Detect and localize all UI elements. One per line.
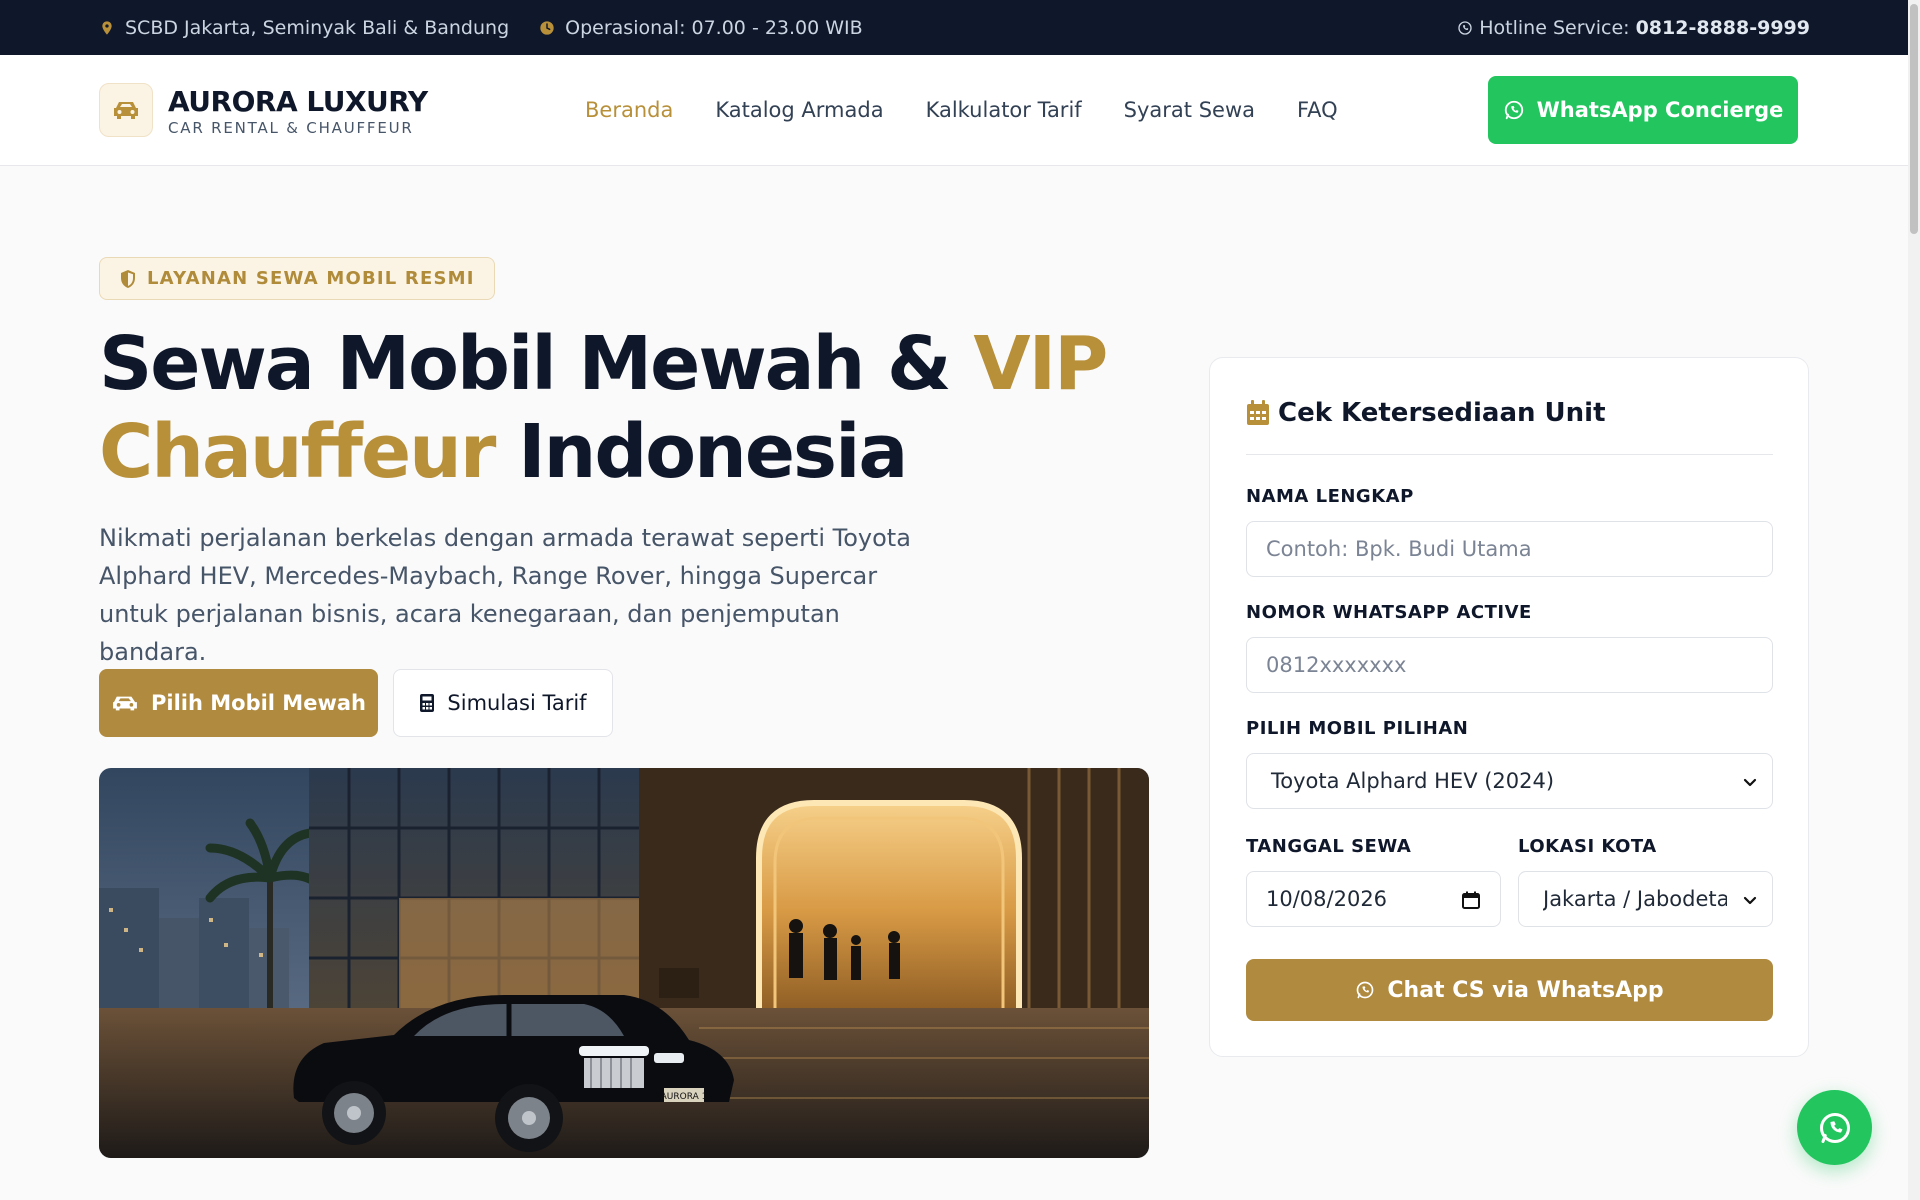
whatsapp-icon xyxy=(1504,100,1523,120)
hero-description: Nikmati perjalanan berkelas dengan armad… xyxy=(99,524,911,666)
hero-title-part1: Sewa Mobil Mewah & xyxy=(99,321,974,407)
brand-tagline: CAR RENTAL & CHAUFFEUR xyxy=(168,119,414,137)
official-service-badge: LAYANAN SEWA MOBIL RESMI xyxy=(99,257,495,300)
hero-title-part2: Indonesia xyxy=(494,409,908,495)
hero-title-gold1: VIP xyxy=(973,321,1108,407)
hero-title: Sewa Mobil Mewah & VIP Chauffeur Indones… xyxy=(99,320,1119,496)
divider xyxy=(1246,454,1773,455)
scrollbar-thumb[interactable] xyxy=(1910,4,1918,234)
city-label: LOKASI KOTA xyxy=(1518,836,1657,857)
rental-date-value: 10/08/2026 xyxy=(1266,887,1388,911)
nav-syarat-sewa[interactable]: Syarat Sewa xyxy=(1124,98,1255,122)
car-select-label: PILIH MOBIL PILIHAN xyxy=(1246,718,1469,739)
site-header: AURORA LUXURY CAR RENTAL & CHAUFFEUR Ber… xyxy=(0,55,1908,166)
whatsapp-icon xyxy=(1458,20,1472,35)
name-label: NAMA LENGKAP xyxy=(1246,486,1414,507)
hotline-info[interactable]: Hotline Service: 0812-8888-9999 xyxy=(1457,0,1810,55)
whatsapp-number-input[interactable]: 0812xxxxxxx xyxy=(1246,637,1773,693)
hours-text: Operasional: 07.00 - 23.00 WIB xyxy=(565,16,863,39)
calendar-picker-icon[interactable] xyxy=(1462,891,1480,909)
chevron-down-icon xyxy=(1743,896,1757,905)
nav-kalkulator-tarif[interactable]: Kalkulator Tarif xyxy=(926,98,1082,122)
license-plate-text: AURORA 1 xyxy=(661,1092,708,1102)
shield-icon xyxy=(121,269,135,288)
city-select-value: Jakarta / Jabodetabek xyxy=(1543,887,1727,911)
form-title-text: Cek Ketersediaan Unit xyxy=(1278,398,1606,428)
hero-image: AURORA 1 xyxy=(99,768,1149,1158)
whatsapp-icon xyxy=(1819,1112,1850,1143)
page-scrollbar[interactable] xyxy=(1908,0,1920,1200)
car-icon xyxy=(113,696,137,711)
luxury-car-hotel-illustration: AURORA 1 xyxy=(99,768,1149,1158)
nav-beranda[interactable]: Beranda xyxy=(585,98,673,122)
rental-date-input[interactable]: 10/08/2026 xyxy=(1246,871,1501,927)
calculator-icon xyxy=(420,694,435,712)
name-input[interactable]: Contoh: Bpk. Budi Utama xyxy=(1246,521,1773,577)
badge-text: LAYANAN SEWA MOBIL RESMI xyxy=(147,268,475,289)
availability-form-card: Cek Ketersediaan Unit NAMA LENGKAP Conto… xyxy=(1209,357,1809,1057)
whatsapp-icon xyxy=(1357,981,1374,999)
city-select[interactable]: Jakarta / Jabodetabek xyxy=(1518,871,1773,927)
whatsapp-concierge-label: WhatsApp Concierge xyxy=(1536,98,1784,122)
car-icon xyxy=(114,102,138,119)
nav-katalog-armada[interactable]: Katalog Armada xyxy=(715,98,883,122)
hotline-label: Hotline Service: xyxy=(1479,16,1630,39)
whatsapp-number-label: NOMOR WHATSAPP ACTIVE xyxy=(1246,602,1532,623)
chat-cs-whatsapp-button[interactable]: Chat CS via WhatsApp xyxy=(1246,959,1773,1021)
choose-luxury-car-label: Pilih Mobil Mewah xyxy=(151,691,366,715)
map-pin-icon xyxy=(102,20,112,35)
form-title: Cek Ketersediaan Unit xyxy=(1246,398,1606,428)
fare-simulation-label: Simulasi Tarif xyxy=(447,691,587,715)
top-info-bar: SCBD Jakarta, Seminyak Bali & Bandung Op… xyxy=(0,0,1908,55)
main-nav: Beranda Katalog Armada Kalkulator Tarif … xyxy=(585,55,1380,165)
calendar-icon xyxy=(1247,400,1269,425)
brand-logo[interactable] xyxy=(99,83,153,137)
brand-name[interactable]: AURORA LUXURY xyxy=(168,85,428,118)
hotline-number[interactable]: 0812-8888-9999 xyxy=(1636,17,1810,39)
car-select-value: Toyota Alphard HEV (2024) xyxy=(1271,769,1555,793)
location-text: SCBD Jakarta, Seminyak Bali & Bandung xyxy=(125,16,510,39)
hours-info: Operasional: 07.00 - 23.00 WIB xyxy=(539,17,863,39)
clock-icon xyxy=(540,20,554,35)
car-select[interactable]: Toyota Alphard HEV (2024) xyxy=(1246,753,1773,809)
rental-date-label: TANGGAL SEWA xyxy=(1246,836,1412,857)
location-info: SCBD Jakarta, Seminyak Bali & Bandung xyxy=(99,17,509,39)
choose-luxury-car-button[interactable]: Pilih Mobil Mewah xyxy=(99,669,378,737)
chat-cs-whatsapp-label: Chat CS via WhatsApp xyxy=(1387,977,1664,1003)
floating-whatsapp-button[interactable] xyxy=(1797,1090,1872,1165)
nav-faq[interactable]: FAQ xyxy=(1297,98,1338,122)
chevron-down-icon xyxy=(1743,778,1757,787)
fare-simulation-button[interactable]: Simulasi Tarif xyxy=(393,669,613,737)
whatsapp-concierge-button[interactable]: WhatsApp Concierge xyxy=(1488,76,1798,144)
hero-title-gold2: Chauffeur xyxy=(99,409,496,495)
